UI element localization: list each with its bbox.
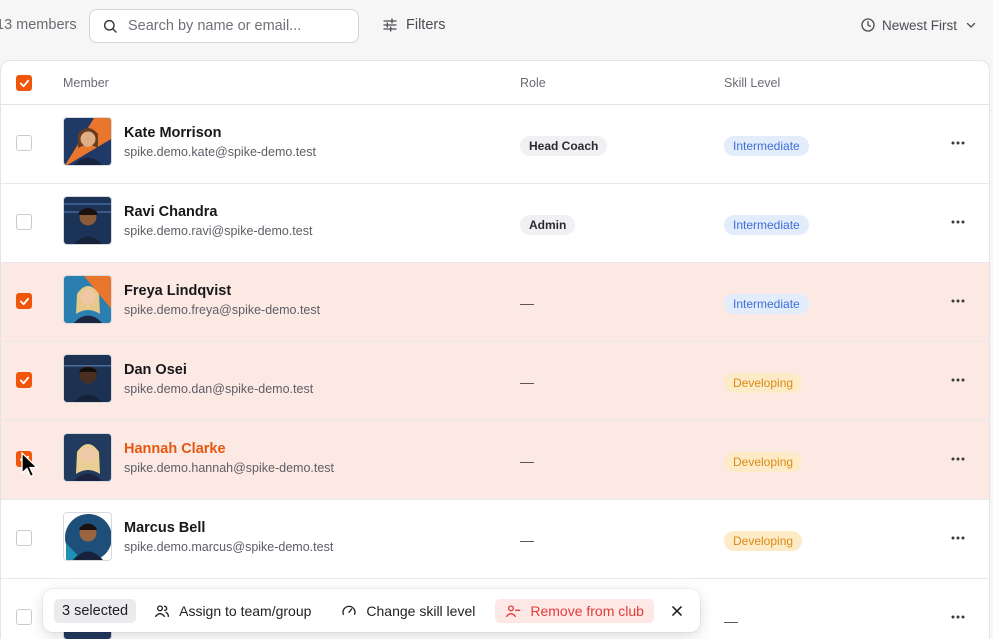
- remove-from-club-button[interactable]: Remove from club: [495, 598, 654, 623]
- more-horizontal-icon: [951, 457, 965, 461]
- role-empty: —: [520, 374, 534, 390]
- table-header: Member Role Skill Level: [1, 61, 989, 105]
- change-skill-label: Change skill level: [366, 602, 476, 619]
- role-empty: —: [724, 613, 738, 629]
- chevron-down-icon: [966, 22, 976, 28]
- row-checkbox[interactable]: [16, 530, 32, 546]
- clock-icon: [861, 18, 875, 32]
- column-header-skill[interactable]: Skill Level: [724, 76, 780, 90]
- check-icon: [19, 297, 29, 305]
- mouse-cursor-icon: [21, 452, 39, 478]
- row-checkbox[interactable]: [16, 214, 32, 230]
- column-header-member[interactable]: Member: [63, 76, 109, 90]
- role-badge: Admin: [520, 215, 576, 235]
- skill-badge: Developing: [724, 531, 803, 551]
- avatar: [63, 117, 112, 166]
- close-icon: [672, 605, 682, 616]
- change-skill-button[interactable]: Change skill level: [341, 603, 475, 619]
- clear-selection-button[interactable]: [670, 604, 684, 618]
- row-actions-button[interactable]: [950, 451, 966, 467]
- member-name[interactable]: Ravi Chandra: [124, 204, 217, 220]
- sort-label: Newest First: [881, 17, 957, 33]
- row-actions-button[interactable]: [950, 530, 966, 546]
- role-empty: —: [520, 453, 534, 469]
- member-email: spike.demo.freya@spike-demo.test: [124, 303, 321, 317]
- assign-team-button[interactable]: Assign to team/group: [154, 603, 311, 619]
- more-horizontal-icon: [951, 220, 965, 224]
- members-toolbar: 13 members Filters Newest First: [0, 0, 993, 52]
- more-horizontal-icon: [951, 536, 965, 540]
- more-horizontal-icon: [951, 141, 965, 145]
- avatar: [63, 196, 112, 245]
- search-box[interactable]: [89, 9, 359, 43]
- row-actions-button[interactable]: [950, 214, 966, 230]
- sort-dropdown[interactable]: Newest First: [860, 17, 977, 33]
- table-row[interactable]: Ravi Chandra spike.demo.ravi@spike-demo.…: [1, 184, 989, 263]
- member-name[interactable]: Marcus Bell: [124, 520, 205, 536]
- avatar: [63, 275, 112, 324]
- role-empty: —: [520, 295, 534, 311]
- member-name[interactable]: Hannah Clarke: [124, 441, 226, 457]
- member-name[interactable]: Freya Lindqvist: [124, 283, 231, 299]
- role-empty: —: [520, 532, 534, 548]
- filters-label: Filters: [406, 17, 446, 33]
- row-actions-button[interactable]: [950, 372, 966, 388]
- check-icon: [19, 79, 29, 87]
- row-checkbox[interactable]: [16, 293, 32, 309]
- user-minus-icon: [506, 604, 521, 617]
- member-name[interactable]: Dan Osei: [124, 362, 187, 378]
- check-icon: [19, 376, 29, 384]
- filters-button[interactable]: Filters: [382, 17, 445, 33]
- role-badge: Head Coach: [520, 136, 608, 156]
- assign-team-label: Assign to team/group: [179, 602, 312, 619]
- column-header-role[interactable]: Role: [520, 76, 546, 90]
- skill-badge: Developing: [724, 452, 803, 472]
- row-checkbox[interactable]: [16, 135, 32, 151]
- more-horizontal-icon: [951, 378, 965, 382]
- sliders-icon: [383, 18, 397, 32]
- table-row[interactable]: Marcus Bell spike.demo.marcus@spike-demo…: [1, 500, 989, 579]
- row-actions-button[interactable]: [950, 293, 966, 309]
- table-row[interactable]: Freya Lindqvist spike.demo.freya@spike-d…: [1, 263, 989, 342]
- search-input[interactable]: [128, 18, 348, 34]
- select-all-checkbox[interactable]: [16, 75, 32, 91]
- more-horizontal-icon: [951, 299, 965, 303]
- skill-badge: Intermediate: [724, 294, 809, 314]
- row-actions-button[interactable]: [950, 135, 966, 151]
- skill-badge: Intermediate: [724, 215, 809, 235]
- members-table: Member Role Skill Level Kate Morrison sp…: [0, 60, 990, 639]
- row-actions-button[interactable]: [950, 609, 966, 625]
- gauge-icon: [342, 605, 357, 615]
- member-count: 13 members: [0, 17, 77, 33]
- users-icon: [155, 604, 170, 617]
- row-checkbox[interactable]: [16, 609, 32, 625]
- skill-badge: Intermediate: [724, 136, 809, 156]
- avatar: [63, 354, 112, 403]
- more-horizontal-icon: [951, 615, 965, 619]
- member-name[interactable]: Kate Morrison: [124, 125, 222, 141]
- skill-badge: Developing: [724, 373, 803, 393]
- selected-count-badge: 3 selected: [54, 598, 137, 623]
- member-email: spike.demo.ravi@spike-demo.test: [124, 224, 313, 238]
- row-checkbox[interactable]: [16, 372, 32, 388]
- table-row[interactable]: Kate Morrison spike.demo.kate@spike-demo…: [1, 105, 989, 184]
- member-email: spike.demo.kate@spike-demo.test: [124, 145, 316, 159]
- bulk-action-bar: 3 selected Assign to team/group Change s…: [43, 589, 700, 632]
- table-row[interactable]: Dan Osei spike.demo.dan@spike-demo.test …: [1, 342, 989, 421]
- table-row[interactable]: Hannah Clarke spike.demo.hannah@spike-de…: [1, 421, 989, 500]
- member-email: spike.demo.dan@spike-demo.test: [124, 382, 314, 396]
- member-email: spike.demo.hannah@spike-demo.test: [124, 461, 335, 475]
- avatar: [63, 433, 112, 482]
- remove-from-club-label: Remove from club: [530, 602, 644, 619]
- avatar: [63, 512, 112, 561]
- member-email: spike.demo.marcus@spike-demo.test: [124, 540, 334, 554]
- search-icon: [103, 19, 117, 33]
